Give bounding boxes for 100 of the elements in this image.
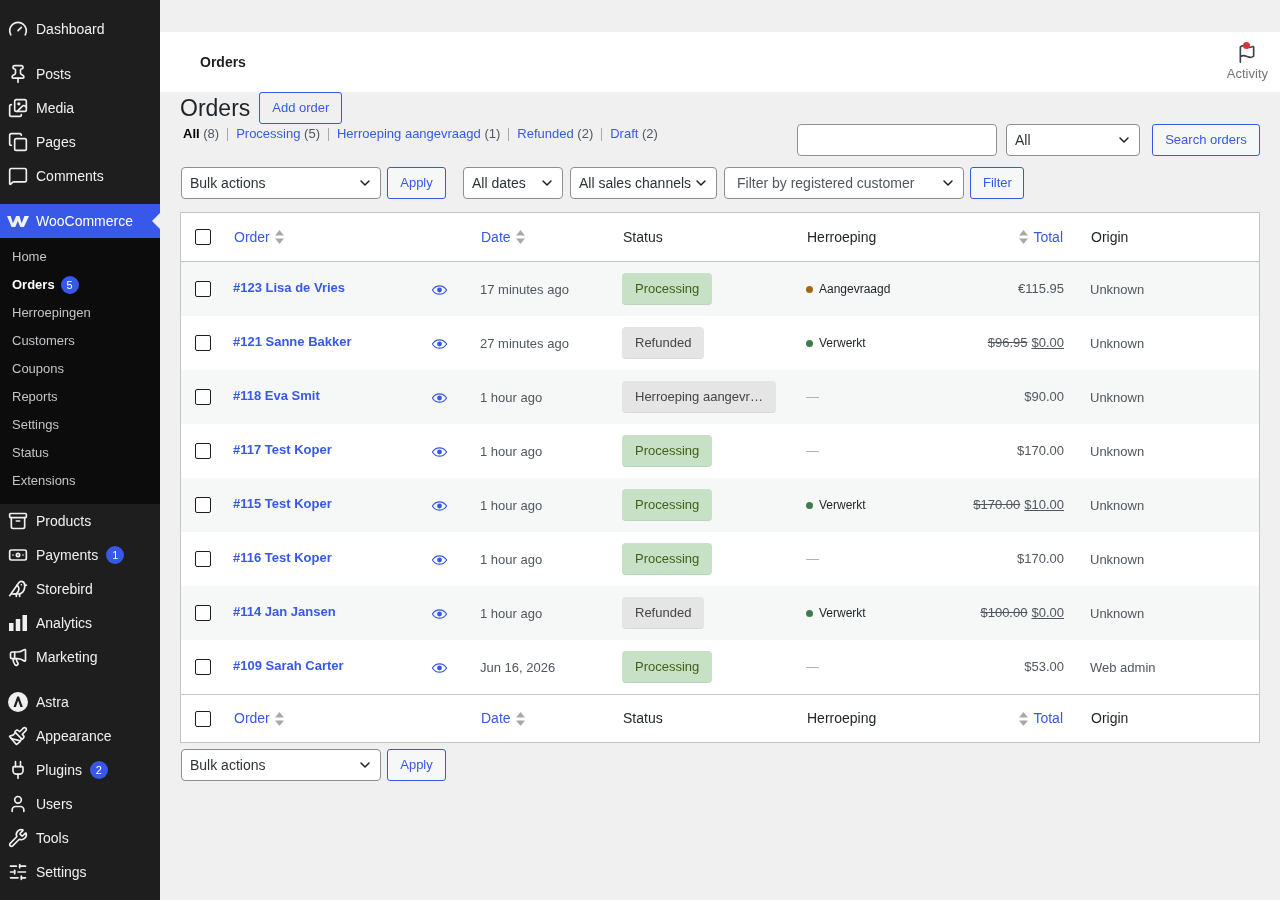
preview-button[interactable] [430,498,449,513]
order-date: 1 hour ago [480,444,543,459]
apply-button[interactable]: Apply [387,167,446,199]
preview-button[interactable] [430,444,449,459]
sidebar-menu-item[interactable]: Plugins 2 [0,753,160,787]
apply-button[interactable]: Apply [387,749,446,781]
status-label: Processing [622,489,713,521]
customer-name-link[interactable]: #121 Sanne Bakker [233,331,352,352]
row-checkbox[interactable] [195,335,211,351]
images-icon [8,98,28,118]
submenu-item[interactable]: Extensions [0,467,160,495]
sidebar-menu-item[interactable]: Users [0,787,160,821]
customer-filter-select[interactable]: Filter by registered customer [724,167,964,199]
order-total: $90.00 [1024,388,1064,407]
sidebar-menu-item[interactable]: Posts [0,57,160,91]
customer-name-link[interactable]: #117 Test Koper [233,439,332,460]
sidebar-menu-item[interactable]: Settings [0,855,160,889]
preview-button[interactable] [430,660,449,675]
preview-button[interactable] [430,552,449,567]
row-checkbox[interactable] [195,389,211,405]
withdrawal-status: Verwerkt [819,497,866,514]
status-label: Refunded [622,327,705,359]
bar-chart-icon [9,615,27,631]
sidebar-menu-item[interactable]: Comments [0,159,160,193]
status-filter-link[interactable]: Draft (2) [610,125,658,143]
submenu-item[interactable]: Reports [0,383,160,411]
customer-name-link[interactable]: #118 Eva Smit [233,385,320,406]
sort-icon [515,230,525,244]
filter-select[interactable]: All dates [463,167,563,199]
column-sort-link[interactable]: Order [234,708,284,729]
column-sort-link[interactable]: Total [1019,708,1063,729]
megaphone-icon [8,647,28,667]
submenu-item[interactable]: Settings [0,411,160,439]
row-checkbox[interactable] [195,443,211,459]
withdrawal-status: Verwerkt [819,605,866,622]
submenu-item[interactable]: Coupons [0,355,160,383]
preview-button[interactable] [430,336,449,351]
submenu-item[interactable]: Status [0,439,160,467]
filter-select[interactable]: All sales channels [570,167,717,199]
sidebar-menu-item[interactable]: Payments 1 [0,538,160,572]
preview-button[interactable] [430,606,449,621]
add-order-button[interactable]: Add order [259,92,343,124]
column-header: Origin [1091,709,1129,728]
preview-button[interactable] [430,282,449,297]
filter-button[interactable]: Filter [970,167,1024,199]
row-checkbox[interactable] [195,497,211,513]
sidebar-menu-item[interactable]: Media [0,91,160,125]
sidebar-menu-item[interactable]: Analytics [0,606,160,640]
pin-icon [8,64,28,84]
row-checkbox[interactable] [195,551,211,567]
order-date: 1 hour ago [480,498,543,513]
status-filter-link[interactable]: Refunded (2) [517,125,594,143]
customer-name-link[interactable]: #123 Lisa de Vries [233,277,346,298]
sidebar-menu-item[interactable]: Tools [0,821,160,855]
submenu-item[interactable]: Home [0,243,160,271]
column-sort-link[interactable]: Date [481,226,525,248]
preview-button[interactable] [430,390,449,405]
order-total: $10.00 [1024,496,1064,515]
order-total: $53.00 [1024,658,1064,677]
sidebar-menu-item[interactable]: Appearance [0,719,160,753]
activity-button[interactable]: Activity [1226,43,1268,81]
sidebar-menu-item[interactable]: Products [0,504,160,538]
customer-name-link[interactable]: #109 Sarah Carter [233,655,344,676]
bulk-actions-select[interactable]: Bulk actions [181,167,381,199]
search-orders-button[interactable]: Search orders [1152,124,1260,156]
column-sort-link[interactable]: Order [234,226,284,248]
customer-name-link[interactable]: #114 Jan Jansen [233,601,336,622]
sort-icon [274,711,284,726]
sidebar-menu-item[interactable]: WooCommerce [0,204,160,238]
search-scope-select[interactable]: All [1006,124,1140,156]
sidebar-menu-item[interactable]: Dashboard [0,12,160,46]
status-label: Processing [622,273,713,305]
row-checkbox[interactable] [195,605,211,621]
select-all-checkbox[interactable] [195,710,211,727]
status-filter-link[interactable]: Herroeping aangevraagd (1) [336,125,501,143]
customer-name-link[interactable]: #116 Test Koper [233,547,332,568]
customer-name-link[interactable]: #115 Test Koper [233,493,332,514]
original-total: $96.95 [987,334,1028,353]
sidebar-menu-item[interactable]: Pages [0,125,160,159]
eye-icon [432,608,447,619]
sidebar-menu-item[interactable]: Astra [0,685,160,719]
search-field[interactable] [797,124,997,156]
status-filter-link[interactable]: Processing (5) [236,125,320,143]
submenu-item[interactable]: Herroepingen [0,299,160,327]
order-origin: Web admin [1090,660,1156,675]
row-checkbox[interactable] [195,659,211,675]
status-filter-link[interactable]: All (8) [183,125,220,143]
submenu-item[interactable]: Orders 5 [0,271,160,299]
submenu-item[interactable]: Customers [0,327,160,355]
sidebar-menu-item[interactable]: Storebird [0,572,160,606]
select-all-checkbox[interactable] [195,229,211,245]
bulk-actions-select[interactable]: Bulk actions [181,749,381,781]
status-label: Refunded [622,597,705,629]
column-header: Status [623,709,663,728]
column-sort-link[interactable]: Date [481,708,525,729]
row-checkbox[interactable] [195,281,211,297]
sidebar-menu-item[interactable]: Marketing [0,640,160,674]
column-sort-link[interactable]: Total [1019,226,1063,248]
eye-icon [432,500,447,511]
logo-icon [8,692,28,712]
